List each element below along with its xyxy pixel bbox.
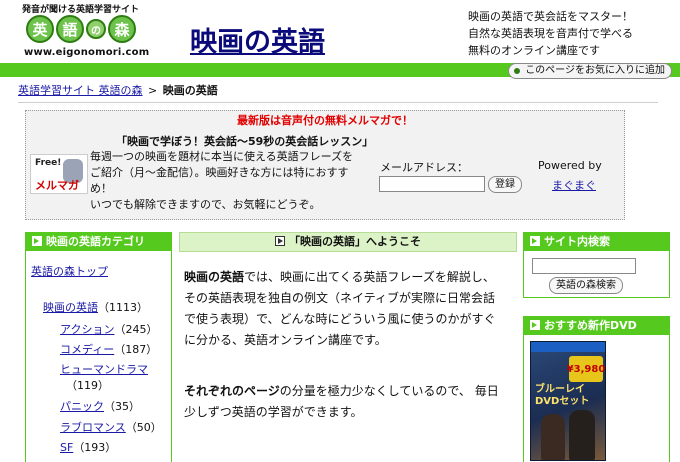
main-heading-label: 「映画の英語」へようこそ — [289, 235, 421, 248]
category-count: （50） — [125, 421, 162, 434]
mail-magazine-description-line: いつでも解除できますので、お気軽にどうぞ。 — [90, 198, 321, 211]
site-search-box: サイト内検索 英語の森検索 — [523, 232, 670, 298]
register-button[interactable]: 登録 — [488, 176, 522, 193]
category-link[interactable]: ヒューマンドラマ — [60, 363, 148, 376]
category-link[interactable]: ラブロマンス — [60, 421, 126, 434]
breadcrumb-home-link[interactable]: 英語学習サイト 英語の森 — [18, 84, 143, 97]
paragraph-line: その英語表現を独自の例文（ネイティブが実際に日常会話 — [184, 291, 496, 305]
category-link[interactable]: パニック — [60, 400, 104, 413]
mail-magazine-description-line: め！ — [90, 182, 112, 195]
sidebar-item-category: SF（193） — [60, 439, 116, 455]
logo-tagline: 発音が聞ける英語学習サイト — [22, 5, 140, 15]
paragraph-line: 少しずつ英語の学習ができます。 — [184, 405, 363, 419]
badge-label: メルマガ — [35, 179, 79, 192]
breadcrumb: 英語学習サイト 英語の森 > 映画の英語 — [18, 83, 658, 103]
category-count: （187） — [114, 343, 158, 356]
category-sidebar: 映画の英語カテゴリ 英語の森トップ 映画の英語（1113） アクション（245）… — [25, 232, 172, 462]
logo-char: 英 — [26, 15, 54, 43]
logo-char: 森 — [108, 15, 136, 43]
sidebar-item-category: ラブロマンス（50） — [60, 419, 162, 435]
mail-magazine-badge: Free! メルマガ — [30, 154, 88, 194]
powered-by-label: Powered by — [538, 159, 602, 172]
sidebar-item-top: 英語の森トップ — [31, 263, 108, 279]
dvd-cover-figure — [541, 414, 565, 460]
sidebar-item-category: アクション（245） — [60, 321, 157, 337]
recommended-dvd-box: おすすめ新作DVD ¥3,980 ブルーレイ DVDセット — [523, 316, 670, 462]
paragraph-text: の分量を極力少なくしているので、 毎日 — [279, 384, 499, 398]
mag2-link[interactable]: まぐまぐ — [552, 177, 596, 193]
logo-url: www.eigonomori.com — [24, 47, 150, 58]
site-search-heading-label: サイト内検索 — [544, 235, 610, 248]
add-bookmark-button[interactable]: このページをお気に入りに追加 — [508, 63, 672, 79]
logo-char: の — [86, 19, 106, 39]
dvd-price-badge: ¥3,980 — [567, 356, 605, 382]
second-emphasis: それぞれのページ — [184, 384, 280, 398]
dvd-cover-figure — [569, 410, 595, 460]
category-count: （193） — [73, 441, 117, 454]
category-link[interactable]: コメディー — [60, 343, 114, 356]
arrow-icon — [32, 236, 42, 246]
header-description-line: 映画の英語で英会話をマスター！ — [468, 10, 633, 23]
dvd-cover-image[interactable]: ¥3,980 ブルーレイ DVDセット — [530, 341, 606, 461]
mail-magazine-description-line: 毎週一つの映画を題材に本当に使える英語フレーズを — [90, 150, 354, 163]
intro-paragraph: 映画の英語では、映画に出てくる英語フレーズを解説し、 その英語表現を独自の例文（… — [184, 267, 496, 351]
site-title-link[interactable]: 映画の英語 — [190, 20, 325, 59]
paragraph-line: 映画の英語では、映画に出てくる英語フレーズを解説し、 — [184, 267, 496, 288]
category-heading-label: 映画の英語カテゴリ — [46, 235, 145, 248]
bookmark-icon — [514, 68, 521, 74]
site-search-input[interactable] — [532, 258, 636, 274]
badge-free-text: Free! — [35, 158, 62, 168]
arrow-icon — [530, 236, 540, 246]
site-logo[interactable]: 発音が聞ける英語学習サイト 英 語 の 森 www.eigonomori.com — [22, 2, 149, 60]
mail-magazine-title: 「映画で学ぼう！英会話～59秒の英会話レッスン」 — [116, 135, 374, 148]
header-description-line: 自然な英語表現を音声付で学べる — [468, 27, 633, 40]
add-bookmark-label: このページをお気に入りに追加 — [525, 65, 665, 76]
breadcrumb-separator: > — [148, 84, 158, 97]
logo-char: 語 — [56, 15, 84, 43]
category-link[interactable]: SF — [60, 441, 73, 454]
site-header: 発音が聞ける英語学習サイト 英 語 の 森 www.eigonomori.com… — [0, 0, 680, 62]
mail-magazine-box: 最新版は音声付の無料メルマガで！ Free! メルマガ 「映画で学ぼう！英会話～… — [25, 110, 625, 220]
sidebar-item-category: パニック（35） — [60, 398, 140, 414]
intro-emphasis: 映画の英語 — [184, 270, 245, 284]
header-description-line: 無料のオンライン講座です — [468, 44, 600, 57]
category-count: （35） — [104, 400, 140, 413]
main-content: 「映画の英語」へようこそ 映画の英語では、映画に出てくる英語フレーズを解説し、 … — [179, 232, 517, 462]
sidebar-item-category: ヒューマンドラマ — [60, 361, 148, 377]
arrow-icon — [275, 236, 285, 246]
site-search-heading: サイト内検索 — [524, 233, 669, 251]
paragraph-line: に分かる、英語オンライン講座です。 — [184, 333, 387, 347]
email-field[interactable] — [379, 176, 485, 192]
recommended-dvd-heading: おすすめ新作DVD — [524, 317, 669, 335]
dvd-cover-band — [531, 342, 605, 352]
category-count: （1113） — [98, 301, 148, 314]
header-description: 映画の英語で英会話をマスター！ 自然な英語表現を音声付で学べる 無料のオンライン… — [468, 8, 633, 59]
category-link[interactable]: アクション — [60, 323, 114, 336]
breadcrumb-current: 映画の英語 — [162, 84, 218, 97]
recommended-dvd-heading-label: おすすめ新作DVD — [544, 319, 637, 332]
category-link[interactable]: 映画の英語 — [43, 301, 98, 314]
main-heading: 「映画の英語」へようこそ — [179, 232, 517, 252]
sidebar-item-count: （119） — [66, 377, 109, 393]
mail-magazine-description-line: ご紹介（月～金配信）。映画好きな方には特におすす — [90, 166, 349, 179]
mail-magazine-description: 毎週一つの映画を題材に本当に使える英語フレーズを ご紹介（月～金配信）。映画好き… — [90, 149, 390, 213]
logo-mark: 英 語 の 森 — [26, 15, 136, 43]
site-search-button[interactable]: 英語の森検索 — [549, 277, 623, 294]
sidebar-top-link[interactable]: 英語の森トップ — [31, 265, 108, 278]
paragraph-line: それぞれのページの分量を極力少なくしているので、 毎日 — [184, 381, 499, 402]
paragraph-text: では、映画に出てくる英語フレーズを解説し、 — [244, 270, 495, 284]
arrow-icon — [530, 320, 540, 330]
paragraph-line: で使う表現）で、どんな時にどういう風に使うのかがすぐ — [184, 312, 496, 326]
category-sidebar-heading: 映画の英語カテゴリ — [26, 233, 171, 251]
second-paragraph: それぞれのページの分量を極力少なくしているので、 毎日 少しずつ英語の学習ができ… — [184, 381, 499, 423]
category-count: （245） — [114, 323, 158, 336]
email-label: メールアドレス： — [380, 161, 468, 174]
category-count: （119） — [66, 379, 109, 392]
sidebar-item-category: コメディー（187） — [60, 341, 157, 357]
mail-magazine-headline: 最新版は音声付の無料メルマガで！ — [237, 114, 413, 127]
sidebar-item-category: 映画の英語（1113） — [43, 299, 148, 315]
dvd-cover-title: ブルーレイ DVDセット — [535, 384, 590, 407]
